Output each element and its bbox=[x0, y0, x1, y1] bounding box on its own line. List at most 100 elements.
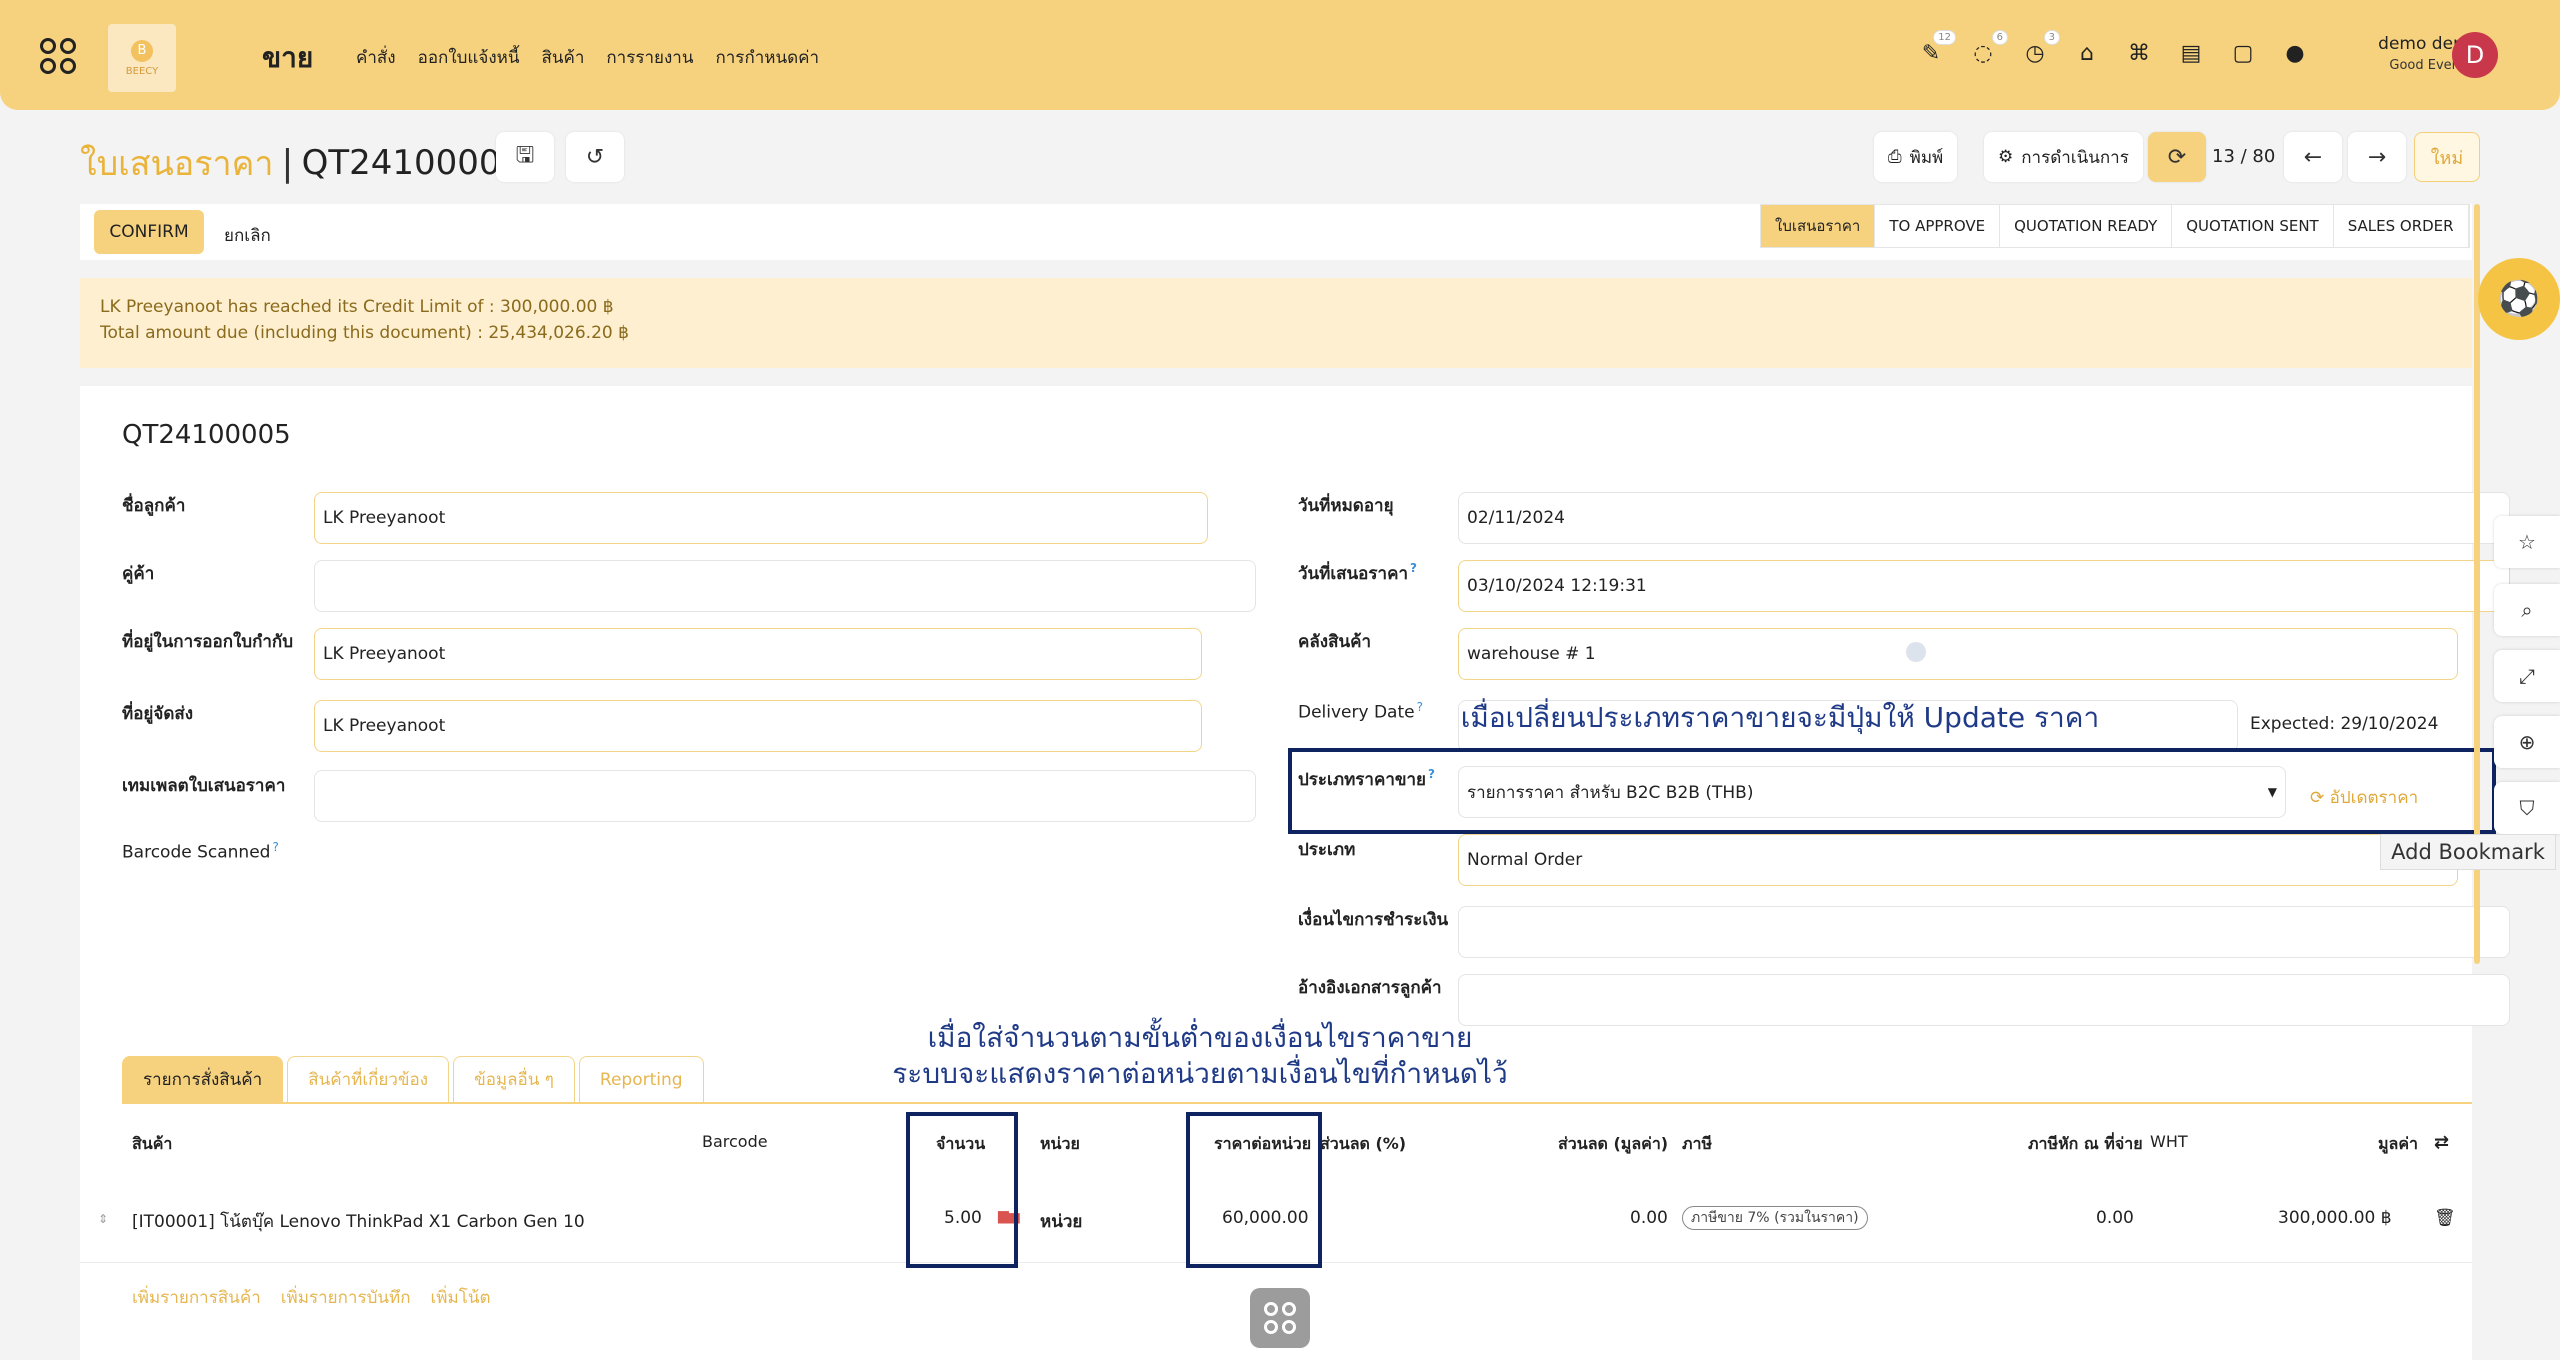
main-menu: คำสั่ง ออกใบแจ้งหนี้ สินค้า การรายงาน กา… bbox=[356, 44, 819, 71]
stage-to-approve[interactable]: TO APPROVE bbox=[1875, 205, 2001, 247]
menu-orders[interactable]: คำสั่ง bbox=[356, 44, 396, 71]
paint-icon[interactable]: ▤ bbox=[2176, 38, 2206, 68]
tab-other-info[interactable]: ข้อมูลอื่น ๆ bbox=[453, 1056, 575, 1102]
row-tax-tag[interactable]: ภาษีขาย 7% (รวมในราคา) bbox=[1682, 1206, 1868, 1230]
drag-handle-icon[interactable]: ⇕ bbox=[98, 1212, 108, 1226]
bulb-icon[interactable]: ● bbox=[2280, 38, 2310, 68]
tab-reporting[interactable]: Reporting bbox=[578, 1056, 704, 1102]
cancel-button[interactable]: ยกเลิก bbox=[224, 222, 271, 249]
company-logo[interactable]: B BEECY bbox=[108, 24, 176, 92]
partner-label: คู่ค้า bbox=[122, 564, 155, 584]
menu-reporting[interactable]: การรายงาน bbox=[606, 44, 693, 71]
invoice-address-field[interactable]: LK Preeyanoot bbox=[314, 628, 1202, 680]
stage-quotation-ready[interactable]: QUOTATION READY bbox=[2000, 205, 2173, 247]
col-product[interactable]: สินค้า bbox=[132, 1132, 172, 1157]
annotation-update-price: เมื่อเปลี่ยนประเภทราคาขายจะมีปุ่มให้ Upd… bbox=[1460, 701, 2100, 734]
bookmark-icon[interactable]: ⛉ bbox=[2494, 782, 2560, 834]
apps-menu-icon[interactable] bbox=[40, 38, 76, 74]
menu-configuration[interactable]: การกำหนดค่า bbox=[715, 44, 819, 71]
delivery-address-field[interactable]: LK Preeyanoot bbox=[314, 700, 1202, 752]
activity-icon[interactable]: ✎ 12 bbox=[1916, 30, 1956, 68]
print-button[interactable]: ⎙ พิมพ์ bbox=[1874, 132, 1958, 182]
row-unit[interactable]: หน่วย bbox=[1040, 1208, 1082, 1235]
gear-icon: ⚙ bbox=[1998, 147, 2014, 167]
breadcrumb: ใบเสนอราคา | QT24100005 bbox=[80, 136, 522, 190]
form-sheet: QT24100005 ชื่อลูกค้า LK Preeyanoot คู่ค… bbox=[80, 386, 2510, 1360]
expand-icon[interactable]: ⤢ bbox=[2494, 650, 2560, 702]
expiry-field[interactable]: 02/11/2024 bbox=[1458, 492, 2510, 544]
quote-date-label: วันที่เสนอราคา? bbox=[1298, 561, 1417, 584]
row-discount-amount[interactable]: 0.00 bbox=[1630, 1208, 1668, 1228]
arrow-left-icon: ← bbox=[2303, 144, 2323, 170]
stage-sales-order[interactable]: SALES ORDER bbox=[2333, 205, 2469, 247]
col-barcode[interactable]: Barcode bbox=[702, 1132, 768, 1151]
stage-quotation-sent[interactable]: QUOTATION SENT bbox=[2172, 205, 2334, 247]
refresh-icon: ⟳ bbox=[2167, 144, 2187, 170]
col-wht[interactable]: WHT bbox=[2150, 1132, 2188, 1151]
barcode-label: Barcode Scanned? bbox=[122, 840, 279, 863]
note-icon[interactable]: ▢ bbox=[2228, 38, 2258, 68]
col-discount-pct[interactable]: ส่วนลด (%) bbox=[1320, 1132, 1406, 1157]
template-field[interactable] bbox=[314, 770, 1256, 822]
template-label: เทมเพลตใบเสนอราคา bbox=[122, 776, 286, 796]
col-wht-amount[interactable]: ภาษีหัก ณ ที่จ่าย bbox=[2028, 1132, 2143, 1157]
delivery-address-label: ที่อยู่จัดส่ง bbox=[122, 704, 194, 724]
search-icon[interactable]: ⌕ bbox=[2494, 584, 2560, 636]
systray: ✎ 12 ◌ 6 ◷ 3 ⌂ ⌘ ▤ ▢ ● bbox=[1916, 30, 2310, 68]
partner-field[interactable] bbox=[314, 560, 1256, 612]
delete-row-icon[interactable]: 🗑 bbox=[2434, 1208, 2456, 1228]
app-brand[interactable]: ขาย bbox=[262, 36, 313, 80]
stage-quotation[interactable]: ใบเสนอราคา bbox=[1761, 205, 1876, 247]
invoice-address-label: ที่อยู่ในการออกใบกำกับ bbox=[122, 632, 293, 652]
confirm-button[interactable]: CONFIRM bbox=[94, 210, 204, 254]
avatar[interactable]: D bbox=[2452, 32, 2498, 78]
top-navbar: B BEECY ขาย คำสั่ง ออกใบแจ้งหนี้ สินค้า … bbox=[0, 0, 2560, 110]
add-note-link[interactable]: เพิ่มโน้ต bbox=[431, 1284, 491, 1311]
record-title: QT24100005 bbox=[122, 420, 291, 450]
company-icon[interactable]: ⌂ bbox=[2072, 38, 2102, 68]
warehouse-label: คลังสินค้า bbox=[1298, 632, 1372, 652]
bookmark-tooltip: Add Bookmark bbox=[2380, 834, 2556, 870]
col-discount-amount[interactable]: ส่วนลด (มูลค่า) bbox=[1558, 1132, 1668, 1157]
customer-ref-label: อ้างอิงเอกสารลูกค้า bbox=[1298, 978, 1442, 998]
warehouse-field[interactable]: warehouse # 1 bbox=[1458, 628, 2458, 680]
col-amount[interactable]: มูลค่า bbox=[2378, 1132, 2418, 1157]
row-wht-amount[interactable]: 0.00 bbox=[2096, 1208, 2134, 1228]
zoom-icon[interactable]: ⊕ bbox=[2494, 716, 2560, 768]
menu-invoicing[interactable]: ออกใบแจ้งหนี้ bbox=[418, 44, 520, 71]
add-product-link[interactable]: เพิ่มรายการสินค้า bbox=[132, 1284, 261, 1311]
bottom-apps-icon[interactable] bbox=[1250, 1288, 1310, 1348]
save-button[interactable]: 🖫 bbox=[496, 132, 554, 182]
type-field[interactable]: Normal Order bbox=[1458, 834, 2458, 886]
row-product[interactable]: [IT00001] โน้ตบุ๊ค Lenovo ThinkPad X1 Ca… bbox=[132, 1208, 585, 1235]
tab-order-lines[interactable]: รายการสั่งสินค้า bbox=[122, 1056, 284, 1102]
tab-related-products[interactable]: สินค้าที่เกี่ยวข้อง bbox=[287, 1056, 450, 1102]
pager-value[interactable]: 13 / 80 bbox=[2212, 146, 2275, 167]
column-settings-icon[interactable]: ⇄ bbox=[2434, 1132, 2449, 1153]
customer-ref-field[interactable] bbox=[1458, 974, 2510, 1026]
new-button[interactable]: ใหม่ bbox=[2414, 132, 2480, 182]
pager-previous[interactable]: ← bbox=[2284, 132, 2342, 182]
pager-next[interactable]: → bbox=[2348, 132, 2406, 182]
status-bar: CONFIRM ยกเลิก ใบเสนอราคา TO APPROVE QUO… bbox=[80, 204, 2472, 260]
assistant-ball-icon[interactable]: ⚽ bbox=[2478, 258, 2560, 340]
payment-terms-field[interactable] bbox=[1458, 906, 2510, 958]
undo-icon: ↺ bbox=[585, 144, 605, 170]
stage-bar: ใบเสนอราคา TO APPROVE QUOTATION READY QU… bbox=[1760, 204, 2470, 248]
menu-products[interactable]: สินค้า bbox=[541, 44, 584, 71]
code-icon[interactable]: ⌘ bbox=[2124, 38, 2154, 68]
add-section-link[interactable]: เพิ่มรายการบันทึก bbox=[281, 1284, 411, 1311]
customer-field[interactable]: LK Preeyanoot bbox=[314, 492, 1208, 544]
favorite-star-icon[interactable]: ☆ bbox=[2494, 516, 2560, 568]
col-unit[interactable]: หน่วย bbox=[1040, 1132, 1080, 1157]
discard-button[interactable]: ↺ bbox=[566, 132, 624, 182]
action-button[interactable]: ⚙ การดำเนินการ bbox=[1984, 132, 2143, 182]
timer-icon[interactable]: ◷ 3 bbox=[2020, 30, 2060, 68]
breadcrumb-parent[interactable]: ใบเสนอราคา bbox=[80, 136, 273, 190]
notebook-tabs: รายการสั่งสินค้า สินค้าที่เกี่ยวข้อง ข้อ… bbox=[122, 1056, 704, 1102]
quote-date-field[interactable]: 03/10/2024 12:19:31 bbox=[1458, 560, 2510, 612]
col-tax[interactable]: ภาษี bbox=[1682, 1132, 1712, 1157]
chat-icon[interactable]: ◌ 6 bbox=[1968, 30, 2008, 68]
refresh-button[interactable]: ⟳ bbox=[2148, 132, 2206, 182]
expected-date: Expected: 29/10/2024 bbox=[2250, 714, 2439, 734]
